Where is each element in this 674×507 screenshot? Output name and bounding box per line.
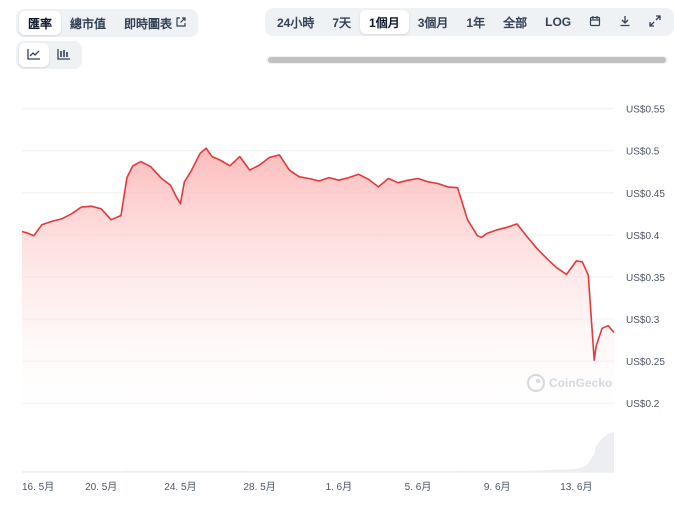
y-tick-label: US$0.55 bbox=[626, 105, 665, 116]
y-tick-label: US$0.4 bbox=[626, 231, 660, 242]
price-chart: US$0.55 US$0.5 US$0.45 US$0.4 US$0.35 US$0.3 U… bbox=[21, 105, 665, 493]
y-tick-label: US$0.2 bbox=[626, 399, 660, 410]
price-area bbox=[22, 148, 614, 420]
x-axis-labels: 16. 5月 20. 5月 24. 5月 28. 5月 1. 6月 5. 6月 9. 6月 1… bbox=[22, 481, 593, 493]
y-tick-label: US$0.5 bbox=[626, 147, 660, 158]
x-tick-label: 28. 5月 bbox=[243, 481, 275, 493]
watermark-text: CoinGecko bbox=[549, 376, 612, 390]
volume-bars bbox=[22, 432, 614, 473]
x-tick-label: 16. 5月 bbox=[22, 481, 54, 493]
y-tick-label: US$0.35 bbox=[626, 273, 665, 284]
x-tick-label: 20. 5月 bbox=[85, 481, 117, 493]
x-tick-label: 9. 6月 bbox=[484, 481, 511, 493]
x-tick-label: 13. 6月 bbox=[560, 481, 592, 493]
y-axis-labels: US$0.55 US$0.5 US$0.45 US$0.4 US$0.35 US$0.3 U… bbox=[626, 105, 665, 411]
volume-area bbox=[22, 432, 614, 472]
y-tick-label: US$0.45 bbox=[626, 189, 665, 200]
x-tick-label: 1. 6月 bbox=[325, 481, 352, 493]
x-tick-label: 5. 6月 bbox=[405, 481, 432, 493]
y-tick-label: US$0.3 bbox=[626, 315, 660, 326]
x-tick-label: 24. 5月 bbox=[164, 481, 196, 493]
y-tick-label: US$0.25 bbox=[626, 357, 665, 368]
